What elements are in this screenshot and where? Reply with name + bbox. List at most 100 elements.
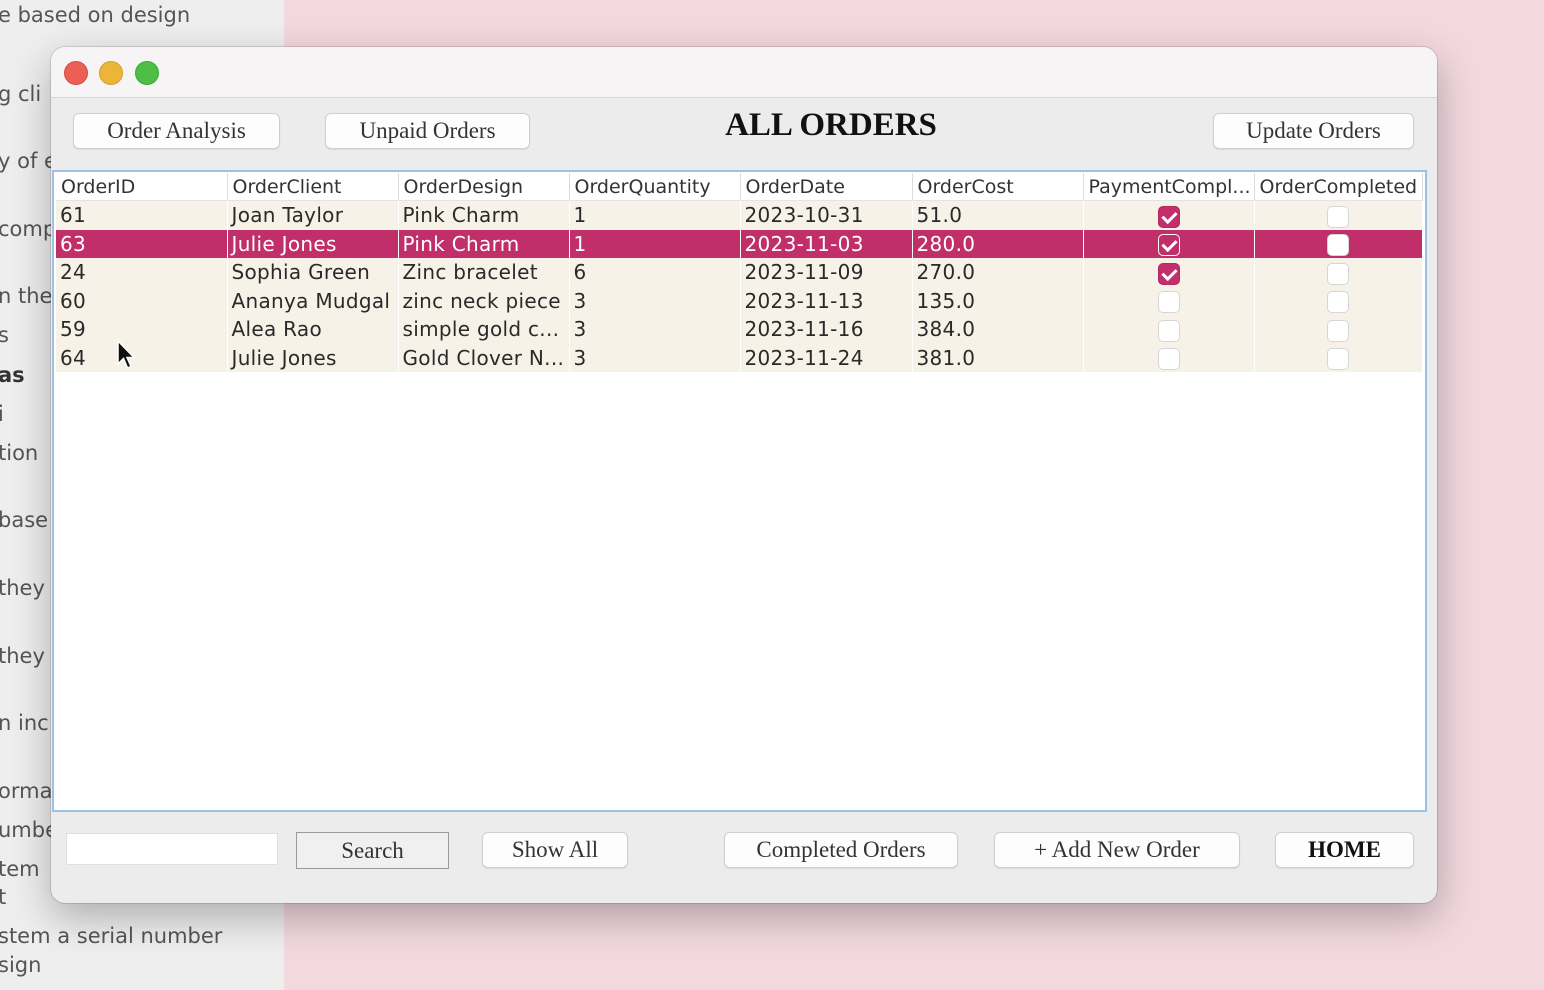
- doc-line: they: [0, 644, 45, 668]
- cell-payment-completed: [1083, 200, 1255, 230]
- column-header-orderid[interactable]: OrderID: [56, 173, 228, 201]
- table-row[interactable]: 24 Sophia Green Zinc bracelet 6 2023-11-09 27…: [56, 258, 1423, 287]
- order-completed-checkbox[interactable]: [1327, 348, 1349, 370]
- completed-orders-button[interactable]: Completed Orders: [724, 832, 958, 868]
- cell-client[interactable]: Joan Taylor: [227, 200, 399, 230]
- cell-client[interactable]: Julie Jones: [227, 343, 399, 372]
- cell-orderid[interactable]: 59: [56, 315, 228, 344]
- update-orders-button[interactable]: Update Orders: [1213, 113, 1414, 149]
- cell-order-completed: [1254, 315, 1423, 344]
- cell-date[interactable]: 2023-11-03: [740, 229, 913, 258]
- mouse-pointer-icon: [117, 340, 136, 369]
- doc-line: umbe: [0, 818, 59, 842]
- search-button[interactable]: Search: [296, 832, 449, 869]
- doc-line: g cli: [0, 82, 42, 106]
- cell-orderid[interactable]: 61: [56, 200, 228, 230]
- doc-line: n the: [0, 284, 53, 308]
- search-input[interactable]: [66, 833, 278, 865]
- table-row[interactable]: 63 Julie Jones Pink Charm 1 2023-11-03 280.0: [56, 229, 1423, 258]
- cell-cost[interactable]: 384.0: [912, 315, 1084, 344]
- cell-payment-completed: [1083, 258, 1255, 287]
- cell-design[interactable]: Pink Charm: [398, 200, 570, 230]
- doc-line: as: [0, 363, 25, 387]
- cell-design[interactable]: zinc neck piece: [398, 286, 570, 315]
- cell-cost[interactable]: 51.0: [912, 200, 1084, 230]
- payment-completed-checkbox[interactable]: [1157, 291, 1180, 313]
- unpaid-orders-button[interactable]: Unpaid Orders: [325, 113, 530, 149]
- doc-line: base: [0, 508, 49, 532]
- order-completed-checkbox[interactable]: [1327, 205, 1349, 228]
- doc-line: tion: [0, 441, 39, 465]
- minimize-icon[interactable]: [99, 61, 123, 85]
- doc-line: t: [0, 885, 7, 909]
- cell-order-completed: [1254, 229, 1423, 258]
- home-button[interactable]: HOME: [1275, 832, 1414, 868]
- table-row[interactable]: 64 Julie Jones Gold Clover N... 3 2023-11-24…: [56, 343, 1423, 372]
- cell-order-completed: [1254, 343, 1423, 372]
- cell-design[interactable]: Gold Clover N...: [398, 343, 570, 372]
- payment-completed-checkbox[interactable]: [1157, 234, 1180, 256]
- cell-date[interactable]: 2023-11-09: [740, 258, 913, 287]
- payment-completed-checkbox[interactable]: [1157, 262, 1180, 285]
- column-header-ordercost[interactable]: OrderCost: [912, 173, 1084, 201]
- cell-cost[interactable]: 381.0: [912, 343, 1084, 372]
- order-completed-checkbox[interactable]: [1327, 234, 1349, 256]
- cell-quantity[interactable]: 3: [569, 286, 741, 315]
- doc-line: e based on design: [0, 3, 191, 27]
- doc-line: n inc: [0, 711, 49, 735]
- doc-line: comp: [0, 217, 57, 241]
- doc-line: i: [0, 402, 4, 426]
- payment-completed-checkbox[interactable]: [1157, 348, 1180, 370]
- column-header-orderquantity[interactable]: OrderQuantity: [569, 173, 741, 201]
- column-header-paymentcompleted[interactable]: PaymentCompl...: [1083, 173, 1255, 201]
- doc-line: y of e: [0, 149, 57, 173]
- orders-table-container[interactable]: OrderID OrderClient OrderDesign OrderQua…: [52, 170, 1427, 812]
- order-analysis-button[interactable]: Order Analysis: [73, 113, 280, 149]
- cell-client[interactable]: Alea Rao: [227, 315, 399, 344]
- order-completed-checkbox[interactable]: [1327, 291, 1349, 313]
- cell-cost[interactable]: 135.0: [912, 286, 1084, 315]
- page-title: ALL ORDERS: [725, 107, 937, 143]
- cell-quantity[interactable]: 1: [569, 200, 741, 230]
- table-row[interactable]: 60 Ananya Mudgal zinc neck piece 3 2023-11-1…: [56, 286, 1423, 315]
- orders-table: OrderID OrderClient OrderDesign OrderQua…: [56, 173, 1423, 372]
- order-completed-checkbox[interactable]: [1327, 319, 1349, 342]
- cell-payment-completed: [1083, 229, 1255, 258]
- cell-design[interactable]: Zinc bracelet: [398, 258, 570, 287]
- show-all-button[interactable]: Show All: [482, 832, 628, 868]
- cell-quantity[interactable]: 3: [569, 343, 741, 372]
- cell-quantity[interactable]: 3: [569, 315, 741, 344]
- payment-completed-checkbox[interactable]: [1157, 319, 1180, 342]
- zoom-icon[interactable]: [135, 61, 159, 85]
- cell-date[interactable]: 2023-10-31: [740, 200, 913, 230]
- table-row[interactable]: 59 Alea Rao simple gold c... 3 2023-11-16 384…: [56, 315, 1423, 344]
- column-header-ordercompleted[interactable]: OrderCompleted: [1254, 173, 1423, 201]
- table-row[interactable]: 61 Joan Taylor Pink Charm 1 2023-10-31 51.0: [56, 200, 1423, 230]
- cell-orderid[interactable]: 24: [56, 258, 228, 287]
- add-new-order-button[interactable]: + Add New Order: [994, 832, 1240, 868]
- cell-orderid[interactable]: 64: [56, 343, 228, 372]
- cell-orderid[interactable]: 63: [56, 229, 228, 258]
- cell-orderid[interactable]: 60: [56, 286, 228, 315]
- cell-quantity[interactable]: 1: [569, 229, 741, 258]
- column-header-orderdate[interactable]: OrderDate: [740, 173, 913, 201]
- title-bar[interactable]: [51, 47, 1437, 98]
- column-header-orderclient[interactable]: OrderClient: [227, 173, 399, 201]
- cell-client[interactable]: Sophia Green: [227, 258, 399, 287]
- order-completed-checkbox[interactable]: [1327, 262, 1349, 285]
- cell-quantity[interactable]: 6: [569, 258, 741, 287]
- cell-client[interactable]: Ananya Mudgal: [227, 286, 399, 315]
- cell-date[interactable]: 2023-11-13: [740, 286, 913, 315]
- column-header-orderdesign[interactable]: OrderDesign: [398, 173, 570, 201]
- cell-client[interactable]: Julie Jones: [227, 229, 399, 258]
- cell-date[interactable]: 2023-11-16: [740, 315, 913, 344]
- close-icon[interactable]: [64, 61, 88, 85]
- cell-date[interactable]: 2023-11-24: [740, 343, 913, 372]
- cell-cost[interactable]: 280.0: [912, 229, 1084, 258]
- cell-order-completed: [1254, 200, 1423, 230]
- payment-completed-checkbox[interactable]: [1157, 205, 1180, 228]
- cell-cost[interactable]: 270.0: [912, 258, 1084, 287]
- cell-payment-completed: [1083, 343, 1255, 372]
- cell-design[interactable]: simple gold c...: [398, 315, 570, 344]
- cell-design[interactable]: Pink Charm: [398, 229, 570, 258]
